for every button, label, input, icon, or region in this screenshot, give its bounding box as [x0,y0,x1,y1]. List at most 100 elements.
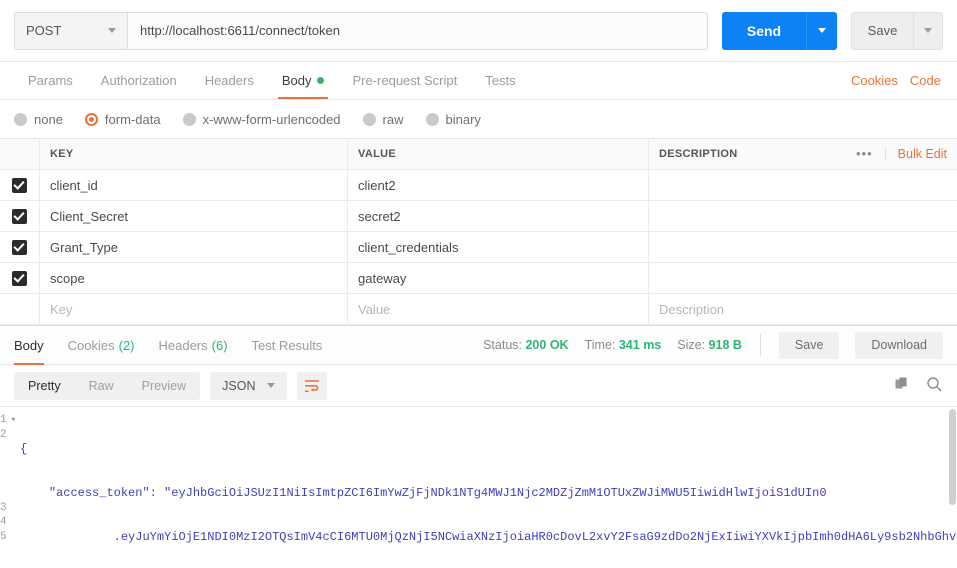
row-checkbox[interactable] [12,239,27,255]
time-label: Time: [584,338,616,352]
new-row-key-cell[interactable]: Key [40,294,348,324]
search-button[interactable] [926,376,943,396]
view-preview-button[interactable]: Preview [128,372,200,400]
tab-body[interactable]: Body [268,62,339,99]
column-header-key: KEY [50,148,74,160]
row-key-cell[interactable]: Client_Secret [40,201,348,231]
view-raw-button[interactable]: Raw [75,372,128,400]
code-link[interactable]: Code [910,73,941,88]
tab-label: Pre-request Script [352,73,458,88]
request-tabs: Params Authorization Headers Body Pre-re… [0,62,957,100]
row-value-text: secret2 [358,208,401,224]
tab-headers[interactable]: Headers [191,62,268,99]
row-description-cell[interactable] [649,201,957,231]
row-description-cell[interactable] [649,263,957,293]
body-type-raw[interactable]: raw [362,112,404,127]
new-row-description-cell[interactable]: Description [649,294,957,324]
tab-pre-request-script[interactable]: Pre-request Script [338,62,471,99]
response-tab-count: (6) [211,337,228,353]
response-tab-test-results[interactable]: Test Results [240,325,335,365]
row-checkbox[interactable] [12,177,27,193]
view-label: Raw [88,378,114,393]
row-checkbox-cell [0,263,40,293]
row-value-cell[interactable]: client_credentials [348,232,649,262]
tab-params[interactable]: Params [14,62,87,99]
new-row-description-placeholder: Description [659,301,725,317]
line-number: 5 [0,530,7,543]
row-description-cell[interactable] [649,170,957,200]
row-value-cell[interactable]: gateway [348,263,649,293]
size-value: 918 B [708,338,742,352]
table-row: scope gateway [0,263,957,294]
response-tab-headers[interactable]: Headers (6) [147,325,240,365]
response-tab-body[interactable]: Body [14,325,56,365]
line-number-gutter: 1 2 3 4 5 [0,407,11,559]
send-button[interactable]: Send [722,11,806,50]
tab-authorization[interactable]: Authorization [87,62,191,99]
body-type-none[interactable]: none [14,112,63,127]
body-type-x-www-form-urlencoded[interactable]: x-www-form-urlencoded [182,111,341,127]
send-options-button[interactable] [806,11,837,50]
copy-button[interactable] [894,376,910,395]
time-group: Time: 341 ms [585,338,662,352]
response-tab-cookies[interactable]: Cookies (2) [56,325,147,365]
code-content[interactable]: { "access_token": "eyJhbGciOiJSUzI1NiIsI… [16,407,957,559]
save-options-button[interactable] [913,11,943,50]
row-checkbox[interactable] [12,270,27,286]
row-key-text: scope [50,270,85,286]
table-more-options-icon[interactable]: ••• [844,147,886,161]
cookies-link[interactable]: Cookies [851,73,898,88]
request-url-bar: POST Send Save [0,0,957,62]
request-url-input[interactable] [128,11,708,50]
response-tab-label: Test Results [251,337,323,353]
body-type-binary[interactable]: binary [425,112,481,127]
header-check-cell [0,139,40,169]
scrollbar-thumb[interactable] [949,409,956,505]
row-key-text: Grant_Type [50,239,118,255]
row-checkbox[interactable] [12,208,27,224]
response-tab-label: Body [14,337,44,353]
response-tab-count: (2) [118,337,135,353]
divider [759,334,761,356]
response-tab-label: Headers [158,337,208,353]
response-body-viewer[interactable]: 1 2 3 4 5 ▾ { "access_token": "eyJhbGciO… [0,407,957,559]
download-response-button[interactable]: Download [855,331,943,359]
status-label: Status: [483,338,522,352]
view-pretty-button[interactable]: Pretty [14,372,75,400]
body-type-form-data[interactable]: form-data [84,112,161,127]
radio-label: x-www-form-urlencoded [202,111,341,127]
row-key-cell[interactable]: client_id [40,170,348,200]
row-value-cell[interactable]: secret2 [348,201,649,231]
code-line: "access_token": "eyJhbGciOiJSUzI1NiIsImt… [20,485,827,500]
row-checkbox-cell [0,294,40,324]
word-wrap-icon [305,379,320,392]
word-wrap-toggle[interactable] [297,371,328,400]
response-view-toggle: Pretty Raw Preview [14,371,201,400]
save-request-button[interactable]: Save [851,11,913,50]
table-row: Grant_Type client_credentials [0,232,957,263]
tab-label: Headers [204,73,254,88]
code-line: .eyJuYmYiOjE1NDI0MzI2OTQsImV4cCI6MTU0MjQ… [113,529,957,544]
form-data-table: KEY VALUE DESCRIPTION ••• Bulk Edit clie… [0,138,957,325]
tab-label: Authorization [100,73,177,88]
line-number [0,442,7,457]
row-value-cell[interactable]: client2 [348,170,649,200]
row-key-text: client_id [50,177,98,193]
response-format-bar: Pretty Raw Preview JSON [0,365,957,407]
row-key-cell[interactable]: scope [40,263,348,293]
http-method-select[interactable]: POST [14,11,128,50]
row-value-text: client_credentials [358,239,459,255]
copy-icon [895,377,907,389]
response-language-select[interactable]: JSON [210,371,288,400]
line-number: 3 [0,501,7,514]
response-body-actions [894,376,943,396]
table-row: client_id client2 [0,170,957,201]
row-key-cell[interactable]: Grant_Type [40,232,348,262]
table-new-row: Key Value Description [0,294,957,325]
save-response-button[interactable]: Save [778,331,840,359]
row-description-cell[interactable] [649,232,957,262]
code-vertical-scrollbar[interactable] [948,407,957,559]
tab-tests[interactable]: Tests [471,62,529,99]
new-row-value-cell[interactable]: Value [348,294,649,324]
bulk-edit-link[interactable]: Bulk Edit [886,147,947,161]
